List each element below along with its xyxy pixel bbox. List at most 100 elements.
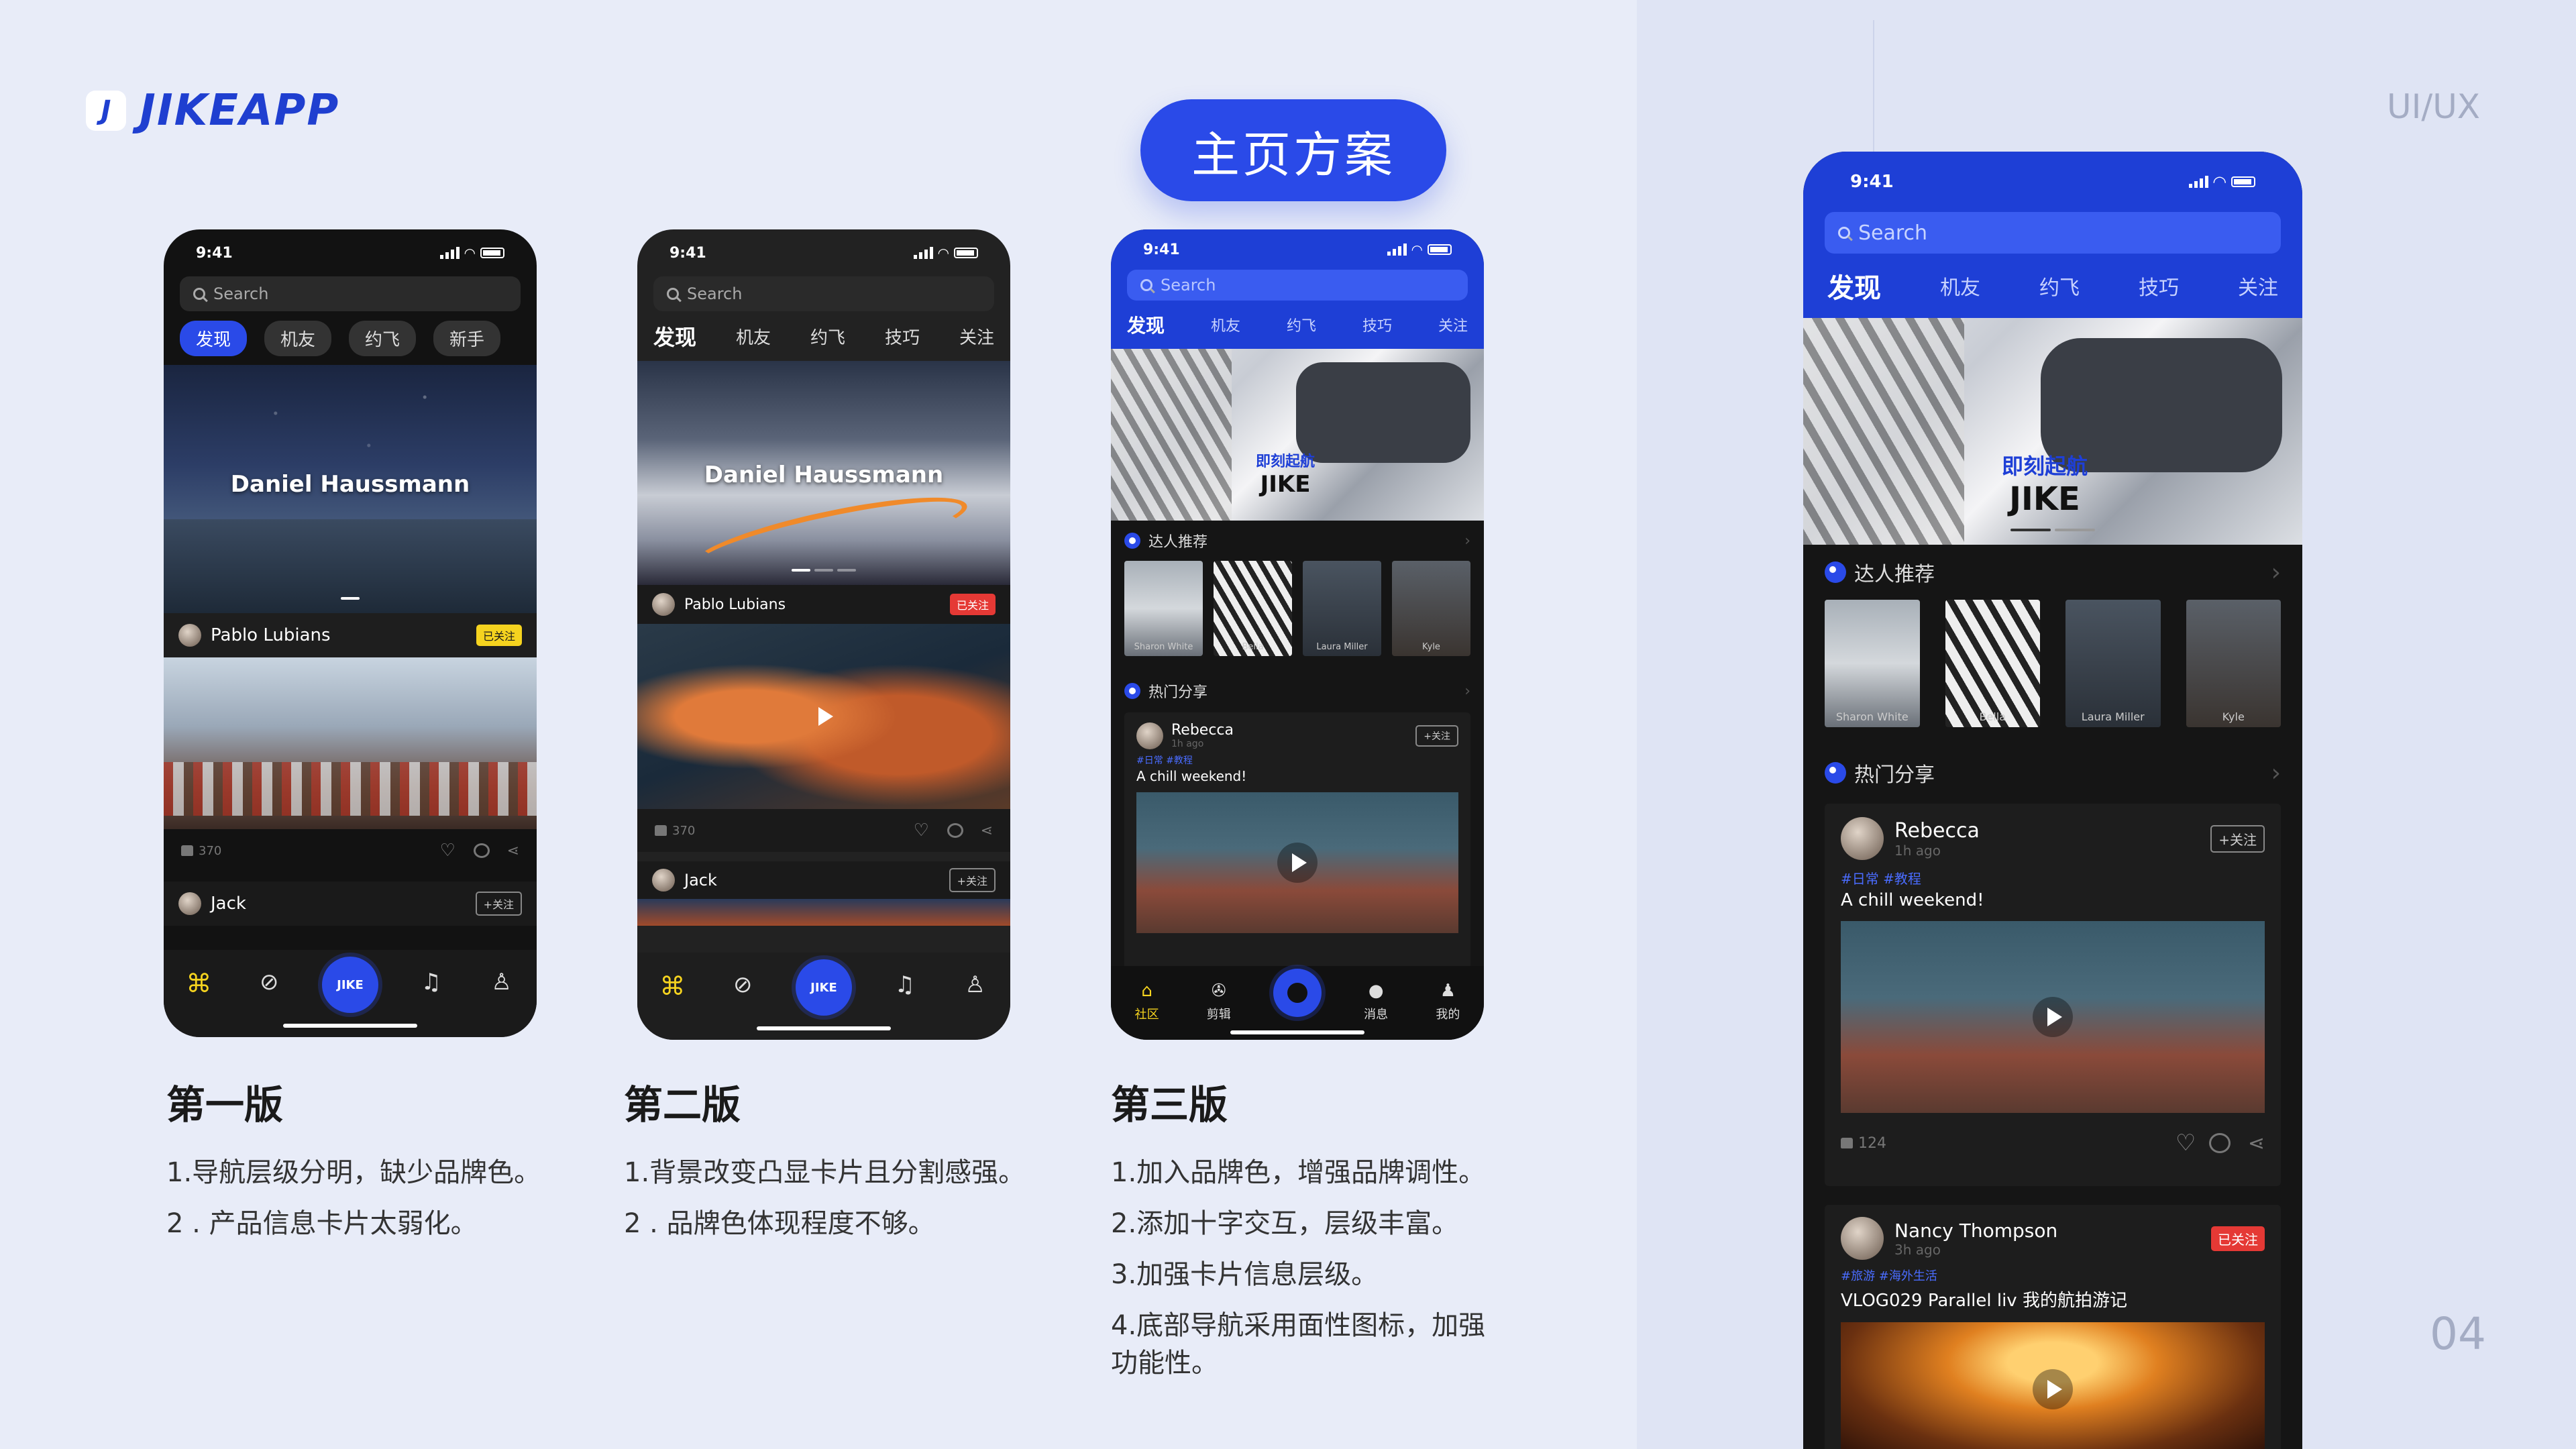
like-count[interactable]: 124 — [1841, 1135, 1886, 1152]
follow-button[interactable]: +关注 — [949, 868, 996, 892]
bell-icon[interactable]: ♫ — [888, 971, 922, 1006]
avatar[interactable] — [178, 892, 201, 915]
nav-community[interactable]: ⌂ 社区 — [1130, 981, 1165, 1022]
drone-icon[interactable]: ⌘ — [181, 969, 216, 1004]
tab-friends[interactable]: 机友 — [264, 320, 332, 356]
tab-meetup[interactable]: 约飞 — [2039, 271, 2080, 301]
tab-discover[interactable]: 发现 — [180, 320, 248, 356]
next-post-image[interactable] — [637, 899, 1010, 926]
tab-tips[interactable]: 技巧 — [1362, 314, 1392, 335]
heart-icon[interactable]: ♡ — [2176, 1132, 2196, 1155]
post-card-2[interactable]: Nancy Thompson 3h ago 已关注 #旅游 #海外生活 VLOG… — [1825, 1205, 2281, 1449]
avatar[interactable] — [652, 593, 675, 616]
expert-card[interactable]: Laura Miller — [1303, 561, 1381, 656]
post-video[interactable] — [1136, 792, 1458, 933]
search-bar[interactable]: Search — [1127, 270, 1468, 301]
search-bar[interactable]: Search — [653, 276, 994, 311]
avatar[interactable] — [652, 869, 675, 892]
post2-video[interactable] — [1841, 1322, 2265, 1449]
tab-friends[interactable]: 机友 — [736, 324, 771, 349]
post-video[interactable] — [637, 624, 1010, 809]
tab-tips[interactable]: 技巧 — [885, 324, 920, 349]
play-icon[interactable] — [2033, 1369, 2073, 1409]
hero-banner[interactable]: 即刻起航 JIKE — [1803, 318, 2302, 545]
hero-banner[interactable]: 即刻起航 JIKE — [1111, 349, 1484, 521]
tab-following[interactable]: 关注 — [2238, 271, 2278, 301]
comment-icon[interactable] — [473, 843, 490, 858]
tab-meetup[interactable]: 约飞 — [1287, 314, 1316, 335]
follow-button[interactable]: +关注 — [2210, 824, 2265, 853]
follow-button[interactable]: +关注 — [475, 892, 522, 916]
post-tags[interactable]: #日常 #教程 — [1136, 753, 1458, 767]
like-count[interactable]: 370 — [655, 824, 695, 838]
nav-profile[interactable]: ♟ 我的 — [1430, 981, 1465, 1022]
post2-tags[interactable]: #旅游 #海外生活 — [1841, 1267, 2265, 1284]
compass-icon[interactable]: ⊘ — [252, 969, 286, 1004]
expert-card[interactable]: Bella — [1214, 561, 1292, 656]
expert-card[interactable]: Bella — [1945, 600, 2040, 727]
hero-banner[interactable]: Daniel Haussmann — [164, 365, 537, 613]
avatar[interactable] — [1841, 1217, 1884, 1260]
post2-username[interactable]: Nancy Thompson — [1894, 1220, 2057, 1242]
share-icon[interactable]: ⋖ — [2248, 1132, 2265, 1155]
heart-icon[interactable]: ♡ — [440, 842, 456, 859]
comment-icon[interactable] — [947, 823, 963, 838]
tab-discover[interactable]: 发现 — [1127, 311, 1165, 338]
tab-friends[interactable]: 机友 — [1940, 271, 1980, 301]
profile-icon[interactable]: ♙ — [958, 971, 993, 1006]
experts-section-header[interactable]: 达人推荐 › — [1111, 521, 1484, 561]
post-username[interactable]: Rebecca — [1894, 819, 1980, 843]
compass-icon[interactable]: ⊘ — [725, 971, 760, 1006]
tab-following[interactable]: 关注 — [959, 324, 994, 349]
tab-discover[interactable]: 发现 — [653, 321, 696, 352]
hot-section-header[interactable]: 热门分享 › — [1111, 669, 1484, 712]
tab-beginner[interactable]: 新手 — [433, 320, 501, 356]
play-icon[interactable] — [2033, 997, 2073, 1037]
expert-card[interactable]: Sharon White — [1825, 600, 1920, 727]
profile-icon[interactable]: ♙ — [484, 969, 519, 1004]
tab-following[interactable]: 关注 — [1438, 314, 1468, 335]
share-icon[interactable]: ⋖ — [507, 843, 519, 859]
tab-friends[interactable]: 机友 — [1211, 314, 1240, 335]
follow-button[interactable]: 已关注 — [2211, 1226, 2265, 1251]
hero-banner[interactable]: Daniel Haussmann — [637, 361, 1010, 585]
avatar[interactable] — [1841, 817, 1884, 860]
post-card[interactable]: Rebecca 1h ago +关注 #日常 #教程 A chill weeke… — [1124, 712, 1470, 974]
expert-card[interactable]: Laura Miller — [2065, 600, 2161, 727]
expert-card[interactable]: Kyle — [1392, 561, 1470, 656]
post-card[interactable]: Rebecca 1h ago +关注 #日常 #教程 A chill weeke… — [1825, 804, 2281, 1186]
follow-button[interactable]: 已关注 — [949, 594, 996, 615]
search-bar[interactable]: Search — [1825, 212, 2281, 254]
like-count[interactable]: 370 — [181, 844, 221, 858]
post-username[interactable]: Pablo Lubians — [684, 596, 786, 613]
expert-card[interactable]: Kyle — [2186, 600, 2281, 727]
nav-messages[interactable]: ● 消息 — [1358, 981, 1393, 1022]
post-tags[interactable]: #日常 #教程 — [1841, 868, 2265, 888]
post-username[interactable]: Pablo Lubians — [211, 625, 331, 645]
share-icon[interactable]: ⋖ — [981, 822, 993, 839]
next-post-username[interactable]: Jack — [684, 871, 717, 890]
post-username[interactable]: Rebecca — [1171, 722, 1234, 739]
follow-button[interactable]: +关注 — [1415, 724, 1458, 747]
nav-center-button[interactable]: JIKE — [795, 959, 852, 1016]
nav-edit[interactable]: ✇ 剪辑 — [1201, 981, 1236, 1022]
tab-discover[interactable]: 发现 — [1827, 266, 1881, 305]
post-video[interactable] — [1841, 921, 2265, 1113]
tab-meetup[interactable]: 约飞 — [810, 324, 845, 349]
drone-icon[interactable]: ⌘ — [655, 971, 690, 1006]
comment-icon[interactable] — [2208, 1133, 2231, 1153]
expert-card[interactable]: Sharon White — [1124, 561, 1203, 656]
hot-section-header[interactable]: 热门分享 › — [1803, 742, 2302, 804]
heart-icon[interactable]: ♡ — [914, 822, 930, 839]
play-icon[interactable] — [804, 696, 844, 737]
next-post-username[interactable]: Jack — [211, 894, 246, 914]
play-icon[interactable] — [1277, 843, 1318, 883]
bell-icon[interactable]: ♫ — [414, 969, 449, 1004]
follow-button[interactable]: 已关注 — [476, 625, 522, 646]
search-bar[interactable]: Search — [180, 276, 521, 311]
tab-tips[interactable]: 技巧 — [2139, 271, 2179, 301]
avatar[interactable] — [178, 624, 201, 647]
experts-section-header[interactable]: 达人推荐 › — [1803, 545, 2302, 600]
nav-center-button[interactable] — [1273, 969, 1322, 1017]
nav-center-button[interactable]: JIKE — [321, 957, 378, 1013]
